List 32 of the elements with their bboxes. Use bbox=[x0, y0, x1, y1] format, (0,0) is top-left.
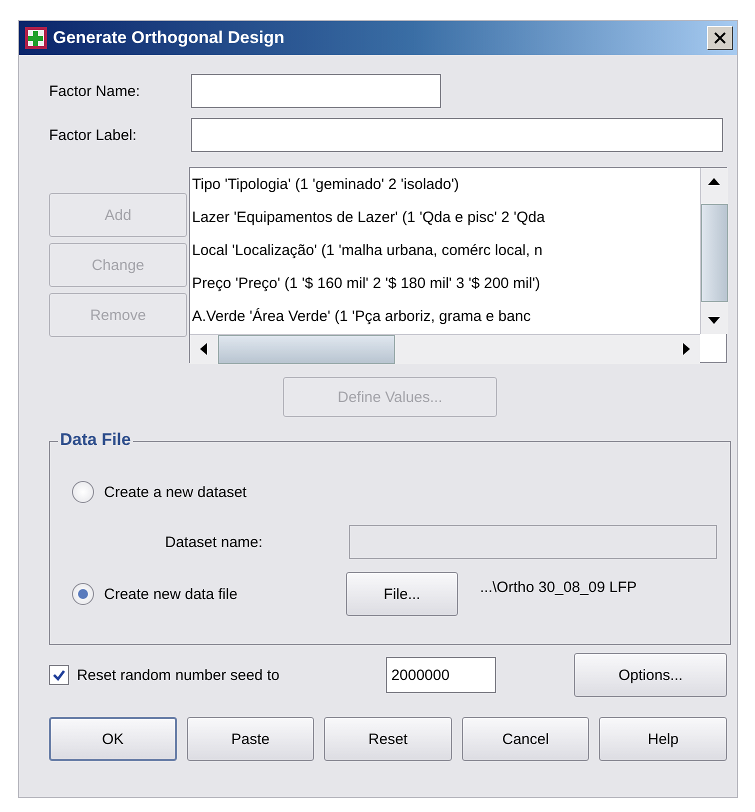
radio-button[interactable] bbox=[72, 583, 94, 605]
close-button[interactable] bbox=[707, 26, 733, 50]
app-icon bbox=[25, 27, 47, 49]
dialog-button[interactable]: Cancel bbox=[462, 717, 590, 761]
horizontal-scrollbar[interactable] bbox=[190, 334, 700, 364]
file-path: ...\Ortho 30_08_09 LFP bbox=[480, 578, 637, 596]
dialog-button[interactable]: Help bbox=[599, 717, 727, 761]
field-label: Dataset name: bbox=[164, 534, 264, 550]
input-field[interactable]: 2000000 bbox=[386, 657, 496, 693]
list-item[interactable]: Lazer 'Equipamentos de Lazer' (1 'Qda e pisc' 2 'Qda bbox=[190, 201, 700, 234]
list-item[interactable]: Preço 'Preço' (1 '$ 160 mil' 2 '$ 180 mil' 3 '$ 200 mil') bbox=[190, 267, 700, 300]
file-button[interactable]: File... bbox=[346, 572, 458, 616]
window-title: Generate Orthogonal Design bbox=[53, 28, 286, 48]
field-label: Factor Name: bbox=[49, 82, 141, 100]
vertical-scrollbar[interactable] bbox=[700, 168, 728, 334]
list-item[interactable]: Tipo 'Tipologia' (1 'geminado' 2 'isolado') bbox=[190, 168, 700, 201]
list-item[interactable]: Local 'Localização' (1 'malha urbana, comérc local, n bbox=[190, 234, 700, 267]
field-label: Factor Label: bbox=[49, 126, 138, 144]
dialog-button[interactable]: Paste bbox=[186, 717, 314, 761]
close-icon bbox=[714, 32, 726, 44]
options-button[interactable]: Options... bbox=[574, 653, 727, 697]
check-icon bbox=[52, 668, 66, 682]
radio-button[interactable] bbox=[72, 481, 94, 503]
checkbox[interactable] bbox=[49, 665, 69, 685]
dialog-button[interactable]: OK bbox=[49, 717, 177, 761]
input-field[interactable] bbox=[191, 74, 441, 108]
dialog-button[interactable]: Reset bbox=[324, 717, 452, 761]
checkbox-label: Reset random number seed to bbox=[76, 666, 280, 684]
radio-label: Create a new dataset bbox=[104, 484, 248, 500]
radio-label: Create new data file bbox=[104, 586, 238, 602]
list-item[interactable]: A.Verde 'Área Verde' (1 'Pça arboriz, grama e banc bbox=[190, 300, 700, 333]
input-field[interactable] bbox=[191, 118, 723, 152]
